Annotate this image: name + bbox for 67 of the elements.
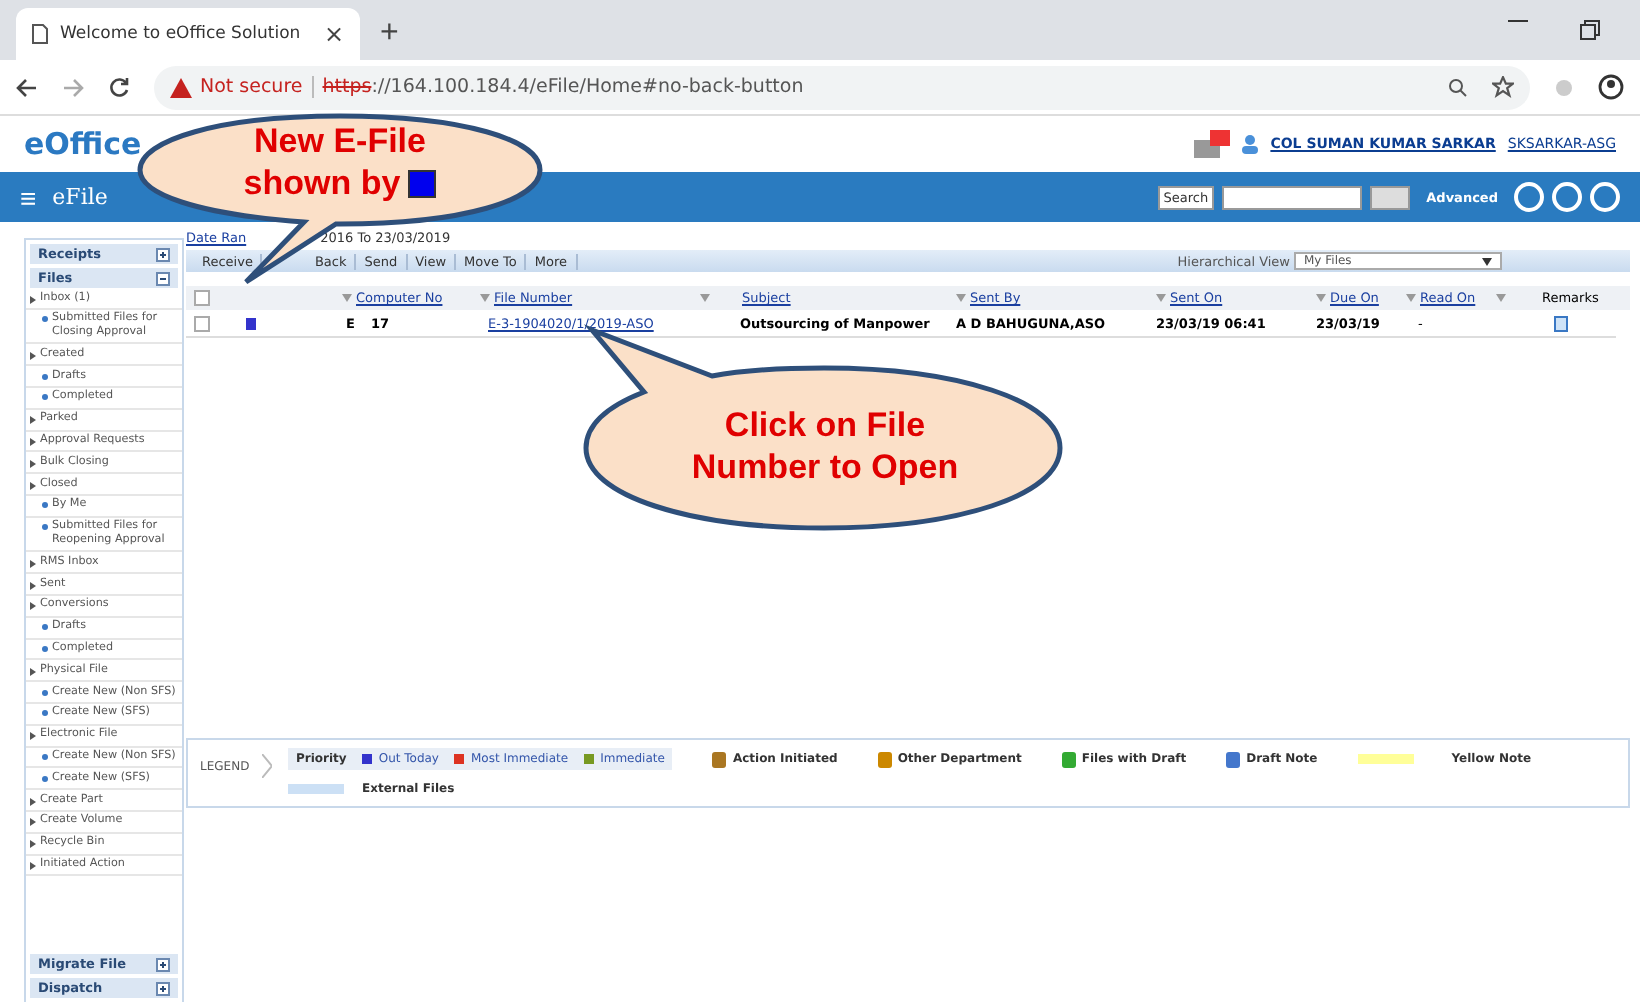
reload-icon[interactable] bbox=[108, 76, 130, 98]
row-checkbox[interactable] bbox=[194, 315, 210, 331]
sort-icon[interactable] bbox=[342, 294, 352, 302]
arrow-icon bbox=[30, 840, 36, 849]
address-bar[interactable]: Not secure https://164.100.184.4/eFile/Home#no-back-button bbox=[154, 65, 1530, 109]
new-tab-button[interactable]: + bbox=[372, 16, 407, 52]
expand-icon[interactable] bbox=[156, 247, 170, 261]
arrow-icon bbox=[30, 438, 36, 447]
callout-text: New E-File bbox=[254, 120, 426, 162]
arrow-icon bbox=[30, 351, 36, 360]
user-icon bbox=[1242, 134, 1259, 154]
bullet-icon bbox=[42, 775, 48, 782]
sort-icon[interactable] bbox=[1316, 294, 1326, 302]
arrow-icon bbox=[30, 818, 36, 827]
profile-icon[interactable] bbox=[1598, 74, 1624, 100]
bullet-icon bbox=[42, 316, 48, 323]
module-title: eFile bbox=[52, 184, 108, 210]
minimize-icon[interactable] bbox=[1508, 20, 1528, 24]
arrow-icon bbox=[30, 459, 36, 468]
logo: eOffice bbox=[24, 126, 142, 162]
back-icon[interactable] bbox=[16, 77, 38, 97]
sort-icon[interactable] bbox=[1156, 294, 1166, 302]
expand-icon[interactable] bbox=[156, 981, 170, 995]
arrow-icon bbox=[30, 862, 36, 871]
bullet-icon bbox=[42, 754, 48, 761]
note-icon[interactable] bbox=[1554, 315, 1568, 331]
arrow-icon bbox=[30, 581, 36, 590]
restore-icon[interactable] bbox=[1580, 20, 1600, 40]
expand-icon[interactable] bbox=[156, 957, 170, 971]
collapse-icon[interactable] bbox=[156, 271, 170, 285]
arrow-icon bbox=[30, 481, 36, 490]
sort-icon[interactable] bbox=[1495, 294, 1506, 302]
sort-icon[interactable] bbox=[480, 294, 490, 302]
bullet-icon bbox=[42, 710, 48, 717]
arrow-icon bbox=[30, 559, 36, 568]
sort-icon[interactable] bbox=[700, 294, 710, 302]
search-button[interactable] bbox=[1370, 185, 1411, 209]
callout-text: Number to Open bbox=[691, 446, 959, 488]
bullet-icon bbox=[42, 689, 48, 696]
arrow-icon bbox=[30, 295, 36, 303]
callout-text: shown by bbox=[243, 162, 401, 204]
arrow-icon bbox=[30, 732, 36, 741]
sort-icon[interactable] bbox=[956, 294, 966, 302]
sort-icon[interactable] bbox=[1406, 294, 1416, 302]
page-icon bbox=[32, 24, 48, 44]
menu-button[interactable]: ≡ bbox=[20, 181, 37, 213]
bullet-icon bbox=[42, 646, 48, 653]
bullet-icon bbox=[42, 502, 48, 509]
close-icon[interactable]: × bbox=[323, 20, 344, 48]
search-field[interactable] bbox=[1222, 185, 1363, 209]
select-all-checkbox[interactable] bbox=[194, 290, 210, 306]
callout-text: Click on File bbox=[724, 404, 926, 446]
chevron-icon bbox=[261, 754, 272, 778]
star-icon[interactable] bbox=[1492, 76, 1514, 98]
bullet-icon bbox=[42, 394, 48, 401]
warning-icon bbox=[170, 77, 192, 97]
arrow-icon bbox=[30, 797, 36, 806]
bullet-icon bbox=[42, 524, 48, 531]
browser-tab[interactable]: Welcome to eOffice Solution × bbox=[16, 8, 360, 60]
arrow-icon bbox=[30, 602, 36, 611]
arrow-icon bbox=[30, 667, 36, 676]
dropdown-icon bbox=[1482, 257, 1492, 265]
zoom-icon[interactable] bbox=[1448, 77, 1468, 97]
forward-icon[interactable] bbox=[62, 77, 84, 97]
bullet-icon bbox=[42, 373, 48, 380]
bullet-icon bbox=[42, 624, 48, 631]
arrow-icon bbox=[30, 416, 36, 425]
